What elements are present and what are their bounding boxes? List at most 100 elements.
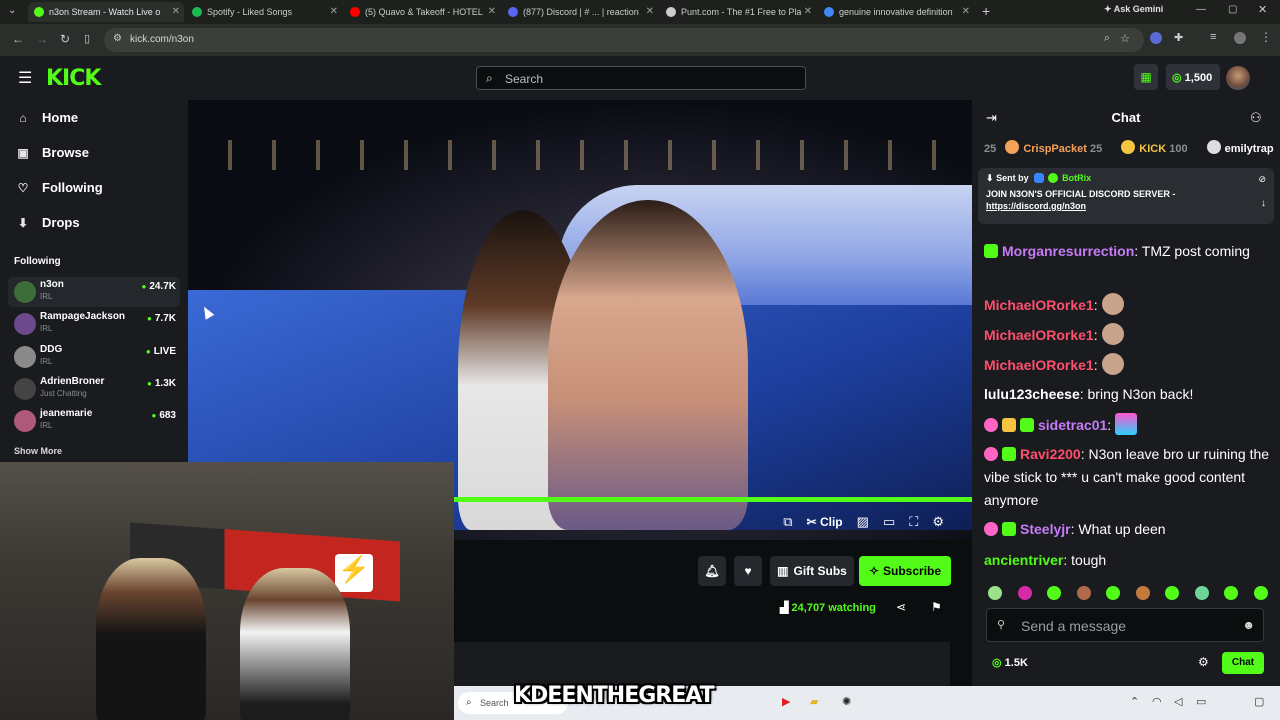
sidebar-item-following[interactable]: ♡ Following [16, 180, 103, 195]
emote-icon[interactable] [1165, 586, 1180, 600]
emote-icon[interactable] [988, 586, 1002, 600]
unpin-icon[interactable]: ⊘ [1258, 174, 1266, 185]
emote-icon[interactable] [1106, 586, 1121, 600]
tray-chevron-icon[interactable]: ⌃ [1130, 695, 1139, 708]
gifter-amount: 100 [1169, 143, 1188, 155]
sidebar-item-drops[interactable]: ⬇ Drops [16, 215, 80, 230]
minimize-icon[interactable]: — [1196, 4, 1206, 15]
chat-send-button[interactable]: Chat [1222, 652, 1264, 674]
volume-icon[interactable]: ◁ [1174, 695, 1182, 708]
address-bar[interactable]: ⚙ kick.com/n3on ⌕ ☆ [104, 28, 1144, 52]
video-progress-bar[interactable] [452, 497, 972, 502]
report-icon[interactable]: ⚑ [931, 600, 942, 614]
chat-username[interactable]: MichaelORorke1 [984, 297, 1094, 313]
gift-subs-button[interactable]: ▥ Gift Subs [770, 556, 854, 586]
reading-list-icon[interactable]: ≡ [1210, 31, 1216, 43]
tab-close-icon[interactable]: ✕ [804, 6, 812, 17]
notifications-tray-icon[interactable]: ▢ [1254, 695, 1264, 708]
tab-close-icon[interactable]: ✕ [962, 6, 970, 17]
notifications-button[interactable]: 🔔︎ [698, 556, 726, 586]
ask-gemini-button[interactable]: ✦ Ask Gemini [1104, 4, 1163, 15]
drops-menu-button[interactable]: ▦ [1134, 64, 1158, 90]
show-more-link[interactable]: Show More [14, 446, 62, 456]
browser-tab[interactable]: genuine innovative definition ✕ [818, 2, 974, 22]
emote-icon[interactable] [1076, 586, 1091, 600]
forward-icon[interactable]: → [36, 32, 48, 46]
extension-icon[interactable] [1150, 32, 1162, 44]
followed-channel[interactable]: AdrienBroner Just Chatting 1.3K [8, 374, 180, 404]
hamburger-menu-icon[interactable]: ☰ [18, 68, 32, 88]
sidebar-item-browse[interactable]: ▣ Browse [16, 145, 89, 160]
expand-pinned-icon[interactable]: ↓ [1261, 198, 1266, 209]
battery-icon[interactable]: ▭ [1196, 695, 1206, 708]
youtube-app-icon[interactable]: ▶ [782, 695, 790, 708]
tab-close-icon[interactable]: ✕ [330, 6, 338, 17]
sidebar-item-home[interactable]: ⌂ Home [16, 110, 78, 125]
follow-button[interactable]: ♥ [734, 556, 762, 586]
app-icon[interactable]: ✺ [842, 695, 851, 708]
tab-close-icon[interactable]: ✕ [488, 6, 496, 17]
emote-icon[interactable] [1047, 586, 1062, 600]
pinned-message[interactable]: ⬇ Sent by BotRix JOIN N3ON'S OFFICIAL DI… [978, 168, 1274, 224]
file-explorer-icon[interactable]: ▰ [810, 695, 818, 708]
emote-icon[interactable] [1017, 586, 1032, 600]
bookmark-star-icon[interactable]: ☆ [1120, 32, 1130, 45]
chat-username[interactable]: Ravi2200 [1020, 446, 1081, 462]
new-tab-button[interactable]: + [982, 3, 990, 19]
mini-player-icon[interactable]: ⧉ [783, 514, 792, 530]
emote-icon[interactable] [1224, 586, 1239, 600]
quality-icon[interactable]: ▨ [857, 514, 869, 530]
chat-users-icon[interactable]: ⚇ [1250, 110, 1262, 126]
profile-icon[interactable] [1234, 32, 1246, 44]
settings-gear-icon[interactable]: ⚙ [932, 514, 944, 530]
tab-close-icon[interactable]: ✕ [172, 6, 180, 17]
clip-button[interactable]: ✂ Clip [807, 515, 843, 529]
pinned-link[interactable]: https://discord.gg/n3on [986, 201, 1266, 211]
fullscreen-icon[interactable]: ⛶ [909, 514, 918, 530]
extensions-puzzle-icon[interactable]: ✚ [1174, 31, 1183, 44]
emoji-picker-icon[interactable]: ☻ [1242, 618, 1255, 632]
followed-channel[interactable]: DDG IRL LIVE [8, 342, 180, 372]
chat-username[interactable]: ancientriver [984, 552, 1063, 568]
player-controls: ⧉ ✂ Clip ▨ ▭ ⛶ ⚙ [783, 514, 944, 530]
tab-close-icon[interactable]: ✕ [646, 6, 654, 17]
sidebar-toggle-icon[interactable]: ▯ [84, 32, 90, 45]
followed-channel[interactable]: RampageJackson IRL 7.7K [8, 309, 180, 339]
chat-username[interactable]: MichaelORorke1 [984, 357, 1094, 373]
chat-username[interactable]: MichaelORorke1 [984, 327, 1094, 343]
search-input[interactable]: ⌕ Search [476, 66, 806, 90]
chat-message-input[interactable]: ⚲ Send a message ☻ [986, 608, 1264, 642]
chat-username[interactable]: sidetrac01 [1038, 417, 1107, 433]
followed-channel[interactable]: jeanemarie IRL 683 [8, 406, 180, 436]
zoom-icon[interactable]: ⌕ [1104, 32, 1110, 45]
reload-icon[interactable]: ↻ [60, 32, 70, 46]
browser-tab[interactable]: (5) Quavo & Takeoff - HOTEL L ✕ [344, 2, 500, 22]
browser-tab[interactable]: Spotify - Liked Songs ✕ [186, 2, 342, 22]
chat-settings-icon[interactable]: ⚙ [1198, 655, 1209, 669]
browser-tab[interactable]: n3on Stream - Watch Live o ✕ [28, 2, 184, 22]
points-button[interactable]: ◎ 1,500 [1166, 64, 1220, 90]
browser-tab[interactable]: Punt.com - The #1 Free to Play ✕ [660, 2, 816, 22]
verified-badge-icon [1048, 173, 1059, 183]
chat-username[interactable]: Morganresurrection [1002, 243, 1134, 259]
user-avatar[interactable] [1226, 66, 1250, 90]
back-icon[interactable]: ← [12, 32, 24, 46]
theater-mode-icon[interactable]: ▭ [883, 514, 895, 530]
chat-username[interactable]: Steelyjr [1020, 521, 1071, 537]
maximize-icon[interactable]: ▢ [1228, 4, 1237, 15]
browser-tab[interactable]: (877) Discord | # ... | reaction ✕ [502, 2, 658, 22]
emote-icon[interactable] [1194, 586, 1209, 600]
chat-points[interactable]: ◎ 1.5K [992, 656, 1028, 669]
emote-icon[interactable] [1253, 586, 1268, 600]
kick-logo[interactable]: KICK [46, 66, 101, 91]
close-window-icon[interactable]: ✕ [1258, 3, 1267, 16]
site-info-icon[interactable]: ⚙ [113, 33, 122, 44]
followed-channel[interactable]: n3on IRL 24.7K [8, 277, 180, 307]
subscribe-button[interactable]: ✧ Subscribe [859, 556, 951, 586]
network-icon[interactable]: ◠ [1152, 695, 1162, 708]
share-icon[interactable]: ⋖ [896, 600, 906, 614]
browser-menu-icon[interactable]: ⋮ [1260, 30, 1272, 44]
chat-username[interactable]: lulu123cheese [984, 386, 1080, 402]
tab-list-chevron-icon[interactable]: ⌄ [8, 5, 16, 16]
emote-icon[interactable] [1135, 586, 1150, 600]
